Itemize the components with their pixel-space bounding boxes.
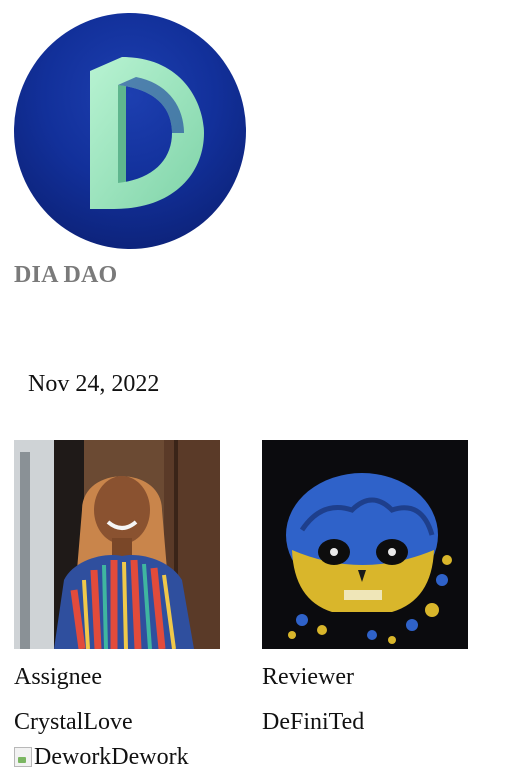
person-photo-avatar <box>14 440 220 649</box>
organization-name[interactable]: DIA DAO <box>14 262 117 289</box>
organization-logo[interactable] <box>14 13 246 249</box>
assignee-name[interactable]: CrystalLove <box>14 709 133 736</box>
reviewer-label: Reviewer <box>262 664 354 690</box>
assignee-label: Assignee <box>14 664 102 690</box>
blue-yellow-skull-avatar <box>262 440 468 649</box>
dework-text: DeworkDework <box>34 744 189 770</box>
reviewer-name[interactable]: DeFiniTed <box>262 709 364 736</box>
task-date: Nov 24, 2022 <box>28 371 160 397</box>
assignee-avatar[interactable] <box>14 440 220 649</box>
dework-link[interactable]: DeworkDework <box>14 744 189 771</box>
dia-d-logo-icon <box>90 57 204 209</box>
broken-image-icon <box>14 747 32 767</box>
reviewer-avatar[interactable] <box>262 440 468 649</box>
